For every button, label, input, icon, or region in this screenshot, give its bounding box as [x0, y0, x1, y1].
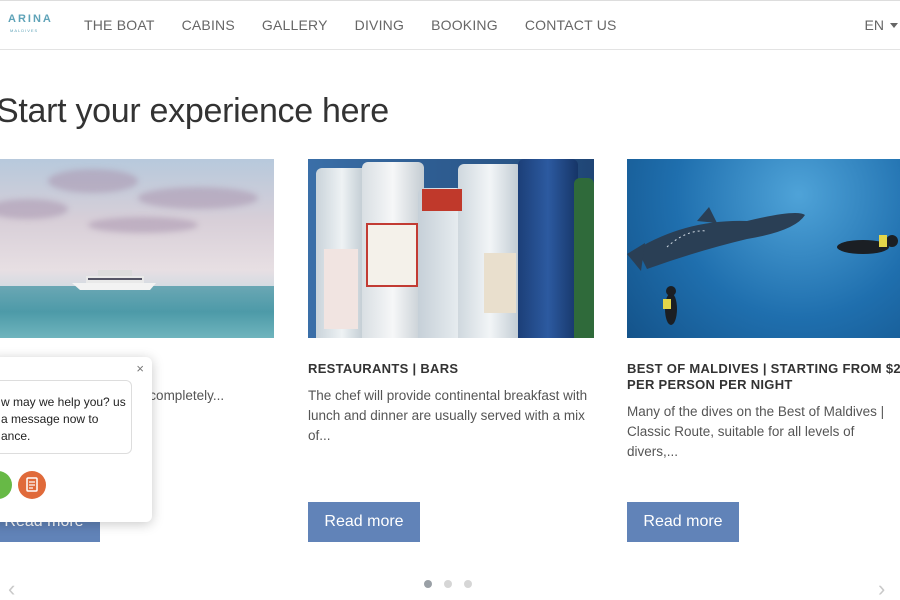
nav-item-contact-us[interactable]: CONTACT US: [525, 17, 617, 33]
card-title: RESTAURANTS | BARS: [308, 361, 459, 376]
language-selector[interactable]: EN: [865, 17, 898, 33]
nav-item-diving[interactable]: DIVING: [355, 17, 404, 33]
nav-item-gallery[interactable]: GALLERY: [262, 17, 328, 33]
bottle-label: [324, 249, 358, 329]
carousel-prev-button[interactable]: ‹: [8, 576, 15, 600]
message-form-icon[interactable]: [18, 471, 46, 499]
carousel-next-button[interactable]: ›: [878, 576, 885, 600]
bottle-label: [484, 253, 516, 313]
brand-tagline: MALDIVES: [10, 28, 39, 33]
document-icon: [26, 477, 38, 492]
nav-item-the-boat[interactable]: THE BOAT: [84, 17, 155, 33]
read-more-button[interactable]: Read more: [308, 502, 420, 542]
smirnoff-label: [422, 189, 462, 211]
nav-item-booking[interactable]: BOOKING: [431, 17, 498, 33]
boat-icon: [72, 270, 156, 290]
top-nav: ARINA MALDIVES THE BOAT CABINS GALLERY D…: [0, 0, 900, 50]
card-restaurants-bars: RESTAURANTS | BARS The chef will provide…: [308, 159, 594, 542]
main-menu: THE BOAT CABINS GALLERY DIVING BOOKING C…: [84, 17, 644, 33]
diving-image[interactable]: [627, 159, 900, 338]
language-label: EN: [864, 17, 884, 33]
whatsapp-icon[interactable]: [0, 471, 12, 499]
chat-message: w may we help you? us a message now to a…: [0, 380, 132, 454]
brand-name: ARINA: [8, 13, 53, 25]
chevron-down-icon: [890, 23, 898, 28]
whale-shark-icon: [627, 207, 898, 325]
carousel-dot-2[interactable]: [444, 580, 452, 588]
read-more-button[interactable]: Read more: [627, 502, 739, 542]
carousel-dot-3[interactable]: [464, 580, 472, 588]
close-icon[interactable]: ×: [136, 361, 144, 376]
beefeater-label: [366, 223, 418, 287]
bottle: [518, 159, 578, 338]
cloud: [138, 187, 258, 209]
card-text: The chef will provide continental breakf…: [308, 388, 588, 443]
card-best-of-maldives: BEST OF MALDIVES | STARTING FROM $28 PER…: [627, 159, 900, 542]
bottle: [574, 178, 594, 338]
boat-image[interactable]: [0, 159, 274, 338]
nav-item-cabins[interactable]: CABINS: [182, 17, 235, 33]
bar-image[interactable]: [308, 159, 594, 338]
page-heading: Start your experience here: [0, 92, 389, 130]
sea: [0, 286, 274, 338]
card-text: Many of the dives on the Best of Maldive…: [627, 404, 885, 459]
card-the-boat: lives is a 33 meters vessel completely..…: [0, 159, 274, 542]
card-title: BEST OF MALDIVES | STARTING FROM $28 PER…: [627, 361, 900, 392]
brand-logo[interactable]: ARINA MALDIVES: [8, 13, 58, 39]
carousel-dot-1[interactable]: [424, 580, 432, 588]
carousel-pagination: [424, 580, 472, 588]
cloud: [48, 169, 138, 193]
cloud: [88, 217, 198, 233]
chat-widget: × w may we help you? us a message now to…: [0, 357, 152, 522]
